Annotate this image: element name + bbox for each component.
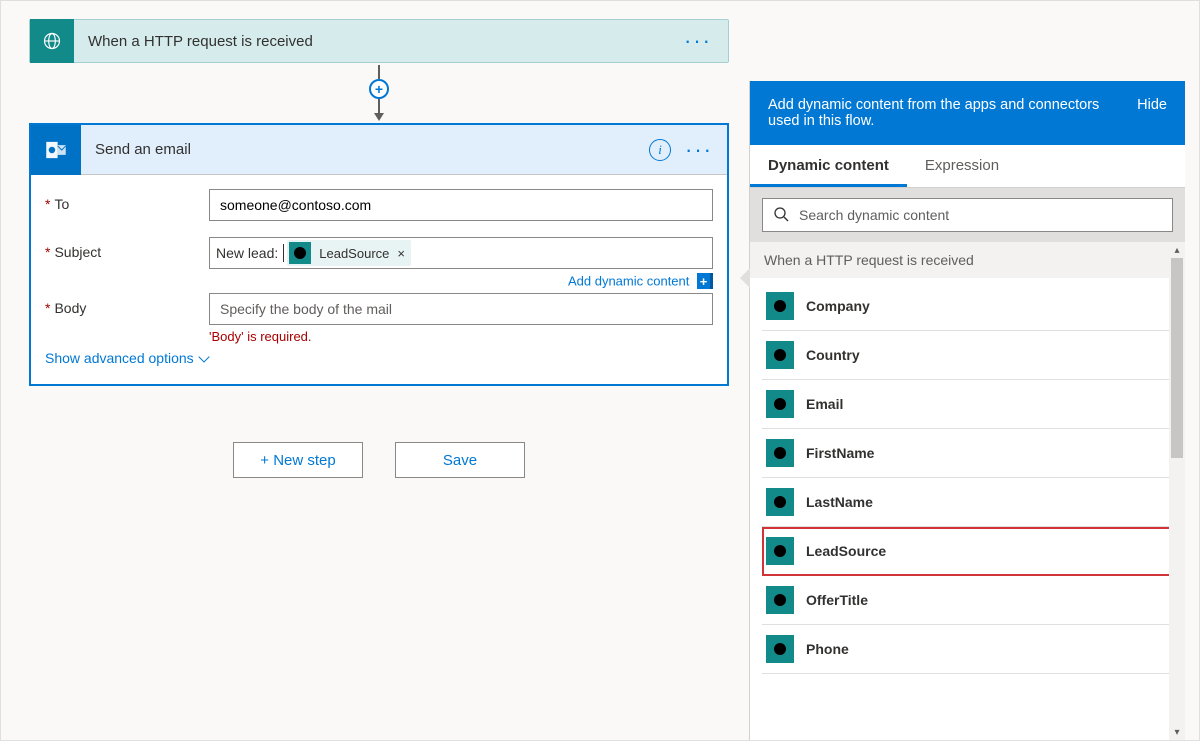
bottom-button-row: + New step Save <box>29 442 729 478</box>
body-label: *Body <box>45 293 209 316</box>
dynamic-item-label: LeadSource <box>806 543 886 559</box>
send-email-card: Send an email i ··· *To *Subject <box>29 123 729 386</box>
dynamic-item-lastname[interactable]: LastName <box>762 478 1173 527</box>
dynamic-group-title: When a HTTP request is received <box>750 242 1185 278</box>
dynamic-item-company[interactable]: Company <box>762 282 1173 331</box>
http-item-icon <box>766 439 794 467</box>
search-input[interactable] <box>797 206 1162 224</box>
dynamic-item-label: Phone <box>806 641 849 657</box>
scroll-down-icon[interactable]: ▾ <box>1169 724 1185 740</box>
http-item-icon <box>766 292 794 320</box>
search-box[interactable] <box>762 198 1173 232</box>
subject-input[interactable]: New lead: LeadSource × <box>209 237 713 269</box>
to-input[interactable] <box>209 189 713 221</box>
scrollbar[interactable]: ▴ ▾ <box>1169 242 1185 740</box>
dynamic-item-phone[interactable]: Phone <box>762 625 1173 674</box>
new-step-button[interactable]: + New step <box>233 442 363 478</box>
panel-header: Add dynamic content from the apps and co… <box>750 81 1185 145</box>
trigger-menu-button[interactable]: ··· <box>684 36 712 46</box>
dynamic-item-label: OfferTitle <box>806 592 868 608</box>
search-icon <box>773 206 789 225</box>
dynamic-item-offertitle[interactable]: OfferTitle <box>762 576 1173 625</box>
outlook-icon <box>31 125 81 175</box>
info-icon[interactable]: i <box>649 139 671 161</box>
to-label: *To <box>45 189 209 212</box>
panel-callout-arrow <box>740 268 750 288</box>
dynamic-item-firstname[interactable]: FirstName <box>762 429 1173 478</box>
http-item-icon <box>766 635 794 663</box>
send-email-header[interactable]: Send an email i ··· <box>31 125 727 175</box>
trigger-card[interactable]: When a HTTP request is received ··· <box>29 19 729 63</box>
http-item-icon <box>766 341 794 369</box>
http-token-icon <box>289 242 311 264</box>
scroll-up-icon[interactable]: ▴ <box>1169 242 1185 258</box>
panel-tabs: Dynamic content Expression <box>750 145 1185 188</box>
hide-panel-button[interactable]: Hide <box>1137 97 1167 113</box>
http-trigger-icon <box>30 19 74 63</box>
dynamic-item-label: LastName <box>806 494 873 510</box>
remove-token-icon[interactable]: × <box>397 246 405 261</box>
save-button[interactable]: Save <box>395 442 525 478</box>
dynamic-item-label: Company <box>806 298 870 314</box>
insert-step-button[interactable]: + <box>369 79 389 99</box>
panel-header-text: Add dynamic content from the apps and co… <box>768 97 1121 129</box>
dynamic-item-label: Country <box>806 347 860 363</box>
http-item-icon <box>766 488 794 516</box>
add-dynamic-content-link[interactable]: Add dynamic content + <box>209 273 713 289</box>
subject-label: *Subject <box>45 237 209 260</box>
body-input[interactable] <box>209 293 713 325</box>
connector-arrow: + <box>29 65 729 121</box>
http-item-icon <box>766 390 794 418</box>
chevron-down-icon <box>198 351 209 362</box>
search-row <box>750 188 1185 242</box>
http-item-icon <box>766 586 794 614</box>
trigger-title: When a HTTP request is received <box>88 33 684 50</box>
panel-scroll-area: When a HTTP request is received CompanyC… <box>750 242 1185 740</box>
to-field-row: *To <box>45 189 713 221</box>
send-email-title: Send an email <box>95 141 649 158</box>
dynamic-item-label: FirstName <box>806 445 874 461</box>
scrollbar-thumb[interactable] <box>1171 258 1183 458</box>
subject-token-leadsource[interactable]: LeadSource × <box>287 240 411 266</box>
subject-field-row: *Subject New lead: LeadSource <box>45 237 713 289</box>
tab-expression[interactable]: Expression <box>907 145 1017 187</box>
dynamic-item-email[interactable]: Email <box>762 380 1173 429</box>
dynamic-content-list: Company Country Email FirstName LastName Lead… <box>750 278 1185 694</box>
tab-dynamic-content[interactable]: Dynamic content <box>750 145 907 187</box>
body-field-row: *Body 'Body' is required. <box>45 293 713 344</box>
email-menu-button[interactable]: ··· <box>685 145 713 155</box>
dynamic-content-panel: Add dynamic content from the apps and co… <box>749 81 1185 740</box>
show-advanced-options-link[interactable]: Show advanced options <box>45 350 208 366</box>
body-validation-error: 'Body' is required. <box>209 329 713 344</box>
dynamic-item-leadsource[interactable]: LeadSource <box>762 527 1173 576</box>
dynamic-item-label: Email <box>806 396 843 412</box>
flow-canvas: When a HTTP request is received ··· + Se… <box>29 19 729 478</box>
plus-icon: + <box>697 273 713 289</box>
http-item-icon <box>766 537 794 565</box>
dynamic-item-country[interactable]: Country <box>762 331 1173 380</box>
